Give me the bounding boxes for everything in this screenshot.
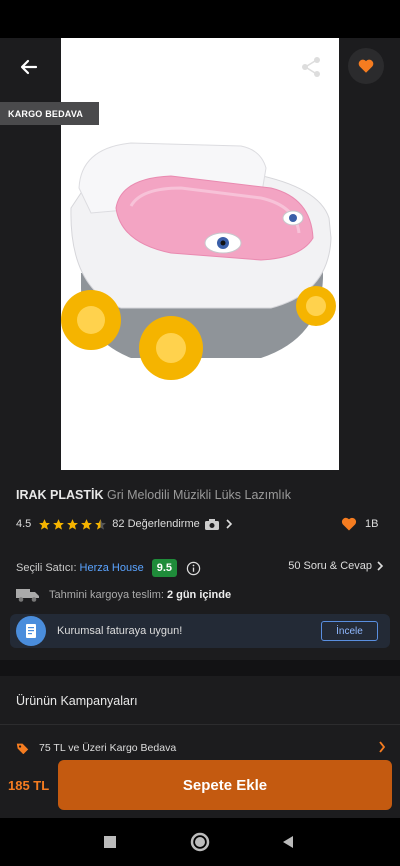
circle-icon	[190, 832, 210, 852]
delivery-estimate: Tahmini kargoya teslim: 2 gün içinde	[16, 588, 231, 602]
like-count-value: 1B	[365, 518, 379, 530]
review-count: 82 Değerlendirme	[112, 518, 200, 530]
product-image	[61, 38, 339, 470]
add-to-cart-button[interactable]: Sepete Ekle	[58, 760, 392, 810]
square-icon	[104, 836, 116, 848]
tag-icon	[16, 743, 29, 754]
product-info: IRAK PLASTİK Gri Melodili Müzikli Lüks L…	[0, 470, 400, 660]
home-button[interactable]	[190, 832, 210, 852]
chevron-right-icon	[226, 519, 232, 529]
star-icon	[53, 518, 65, 530]
recent-apps-button[interactable]	[100, 832, 120, 852]
status-bar	[0, 0, 400, 38]
product-title: IRAK PLASTİK Gri Melodili Müzikli Lüks L…	[16, 488, 291, 502]
star-icon	[39, 518, 51, 530]
qa-link[interactable]: 50 Soru & Cevap	[288, 560, 384, 572]
invoice-text: Kurumsal faturaya uygun!	[57, 625, 183, 637]
truck-icon	[16, 589, 39, 602]
seller-row: Seçili Satıcı: Herza House 9.5 50 Soru &…	[16, 558, 384, 578]
bottom-action-bar: 185 TL Sepete Ekle	[0, 754, 400, 818]
qa-label: 50 Soru & Cevap	[288, 560, 372, 572]
divider	[0, 724, 400, 725]
product-name: Gri Melodili Müzikli Lüks Lazımlık	[106, 488, 292, 502]
camera-icon	[204, 518, 219, 530]
delivery-label: Tahmini kargoya teslim:	[49, 589, 164, 601]
star-half-icon	[95, 518, 107, 530]
product-brand[interactable]: IRAK PLASTİK	[16, 488, 104, 502]
rating-stars	[38, 518, 107, 531]
chevron-right-icon	[379, 741, 386, 753]
share-button[interactable]	[296, 52, 326, 82]
chevron-right-icon	[377, 561, 384, 571]
invoice-icon	[16, 616, 46, 646]
seller-label: Seçili Satıcı:	[16, 562, 77, 574]
potty-illustration	[61, 142, 336, 380]
system-nav-bar	[0, 818, 400, 866]
info-icon[interactable]	[186, 561, 201, 576]
product-image-gallery[interactable]: KARGO BEDAVA	[0, 38, 400, 470]
favorite-button[interactable]	[348, 48, 384, 84]
seller-name-link[interactable]: Herza House	[80, 562, 144, 574]
campaign-label: 75 TL ve Üzeri Kargo Bedava	[39, 742, 177, 754]
rating-row[interactable]: 4.5 82 Değerlendirme	[16, 516, 234, 532]
delivery-value: 2 gün içinde	[166, 589, 232, 601]
campaigns-title: Ürünün Kampanyaları	[16, 694, 138, 708]
triangle-back-icon	[283, 836, 293, 848]
section-divider	[0, 660, 400, 676]
share-icon	[302, 57, 320, 77]
corporate-invoice-banner: Kurumsal faturaya uygun! İncele	[10, 614, 390, 648]
rating-value: 4.5	[16, 518, 32, 530]
heart-icon	[358, 59, 374, 73]
like-count[interactable]: 1B	[340, 516, 378, 532]
free-shipping-badge: KARGO BEDAVA	[0, 102, 100, 125]
campaigns-section: Ürünün Kampanyaları 75 TL ve Üzeri Kargo…	[0, 676, 400, 766]
product-price: 185 TL	[8, 778, 50, 793]
seller-score-badge: 9.5	[151, 559, 178, 577]
back-nav-button[interactable]	[278, 832, 298, 852]
arrow-left-icon	[20, 59, 38, 75]
back-button[interactable]	[14, 52, 44, 82]
star-icon	[67, 518, 79, 530]
heart-icon	[341, 517, 357, 531]
inspect-button[interactable]: İncele	[321, 621, 378, 641]
star-icon	[81, 518, 93, 530]
